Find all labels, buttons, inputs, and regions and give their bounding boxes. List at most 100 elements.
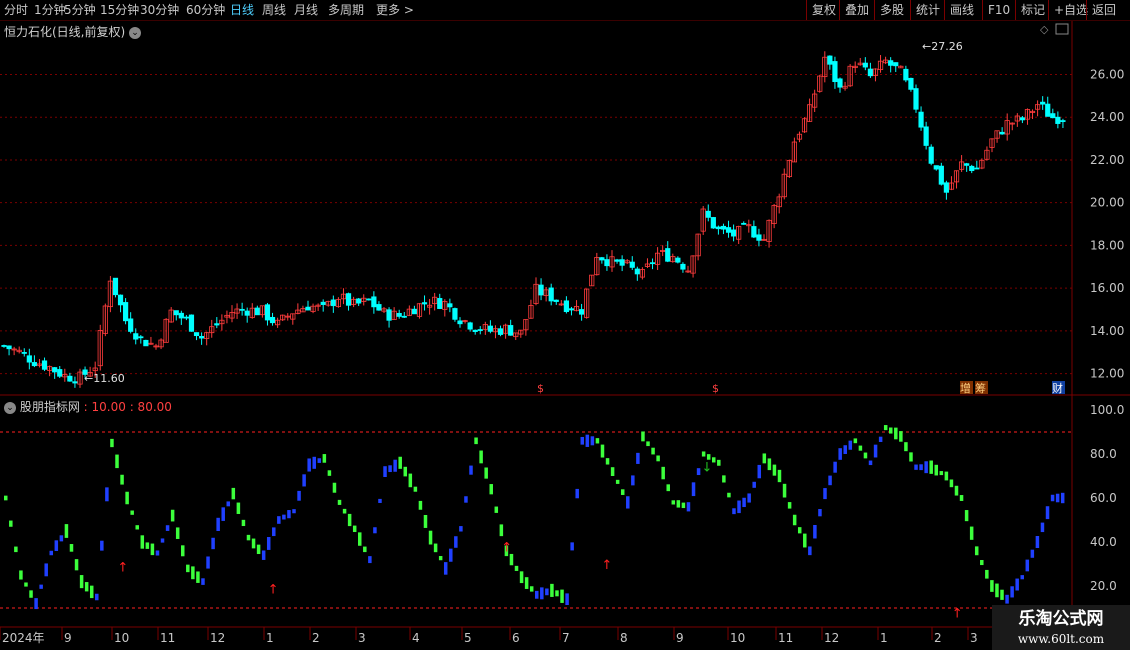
indicator-bar — [277, 516, 281, 524]
candle-body — [320, 301, 326, 305]
candle-body — [923, 126, 929, 146]
candle-body — [1019, 117, 1026, 121]
indicator-bar — [347, 513, 352, 527]
indicator-bar — [211, 537, 215, 550]
candle-body — [999, 131, 1005, 135]
indicator-bar — [428, 530, 433, 545]
candle-body — [239, 308, 245, 311]
candle-body — [143, 339, 149, 347]
indicator-bar — [1035, 536, 1040, 548]
indicator-bar — [105, 487, 109, 502]
time-tick-label: 7 — [562, 631, 570, 645]
indicator-bar — [868, 460, 873, 466]
time-tick-label: 10 — [114, 631, 129, 645]
candle-body — [629, 261, 635, 268]
indicator-bar — [378, 498, 382, 503]
indicator-bar — [130, 510, 134, 515]
candle-body — [421, 302, 428, 305]
candle-body — [508, 325, 514, 336]
indicator-bar — [1005, 594, 1009, 604]
indicator-bar — [631, 475, 635, 486]
time-tick-label: 12 — [210, 631, 225, 645]
indicator-bar — [929, 460, 933, 474]
candle-body — [254, 307, 260, 316]
indicator-bar — [727, 492, 731, 498]
indicator-bar — [838, 448, 842, 460]
indicator-bar — [990, 580, 994, 592]
indicator-bar — [79, 575, 84, 589]
indicator-bar — [717, 459, 721, 466]
indicator-bar — [878, 436, 883, 442]
indicator-bar — [216, 517, 220, 531]
candle-body — [138, 336, 144, 339]
indicator-bar — [363, 546, 367, 553]
indicator-bar — [241, 519, 246, 527]
candle-body — [964, 163, 970, 166]
price-tick-label: 24.00 — [1090, 110, 1124, 124]
candle-body — [31, 362, 38, 367]
indicator-bar — [686, 502, 691, 512]
candle-body — [487, 325, 494, 332]
candle-body — [913, 88, 919, 110]
time-tick-label: 6 — [512, 631, 520, 645]
candle-body — [862, 62, 868, 68]
time-tick-label: 2 — [312, 631, 320, 645]
indicator-bar — [853, 438, 858, 444]
indicator-bar — [671, 500, 676, 505]
indicator-bar — [580, 436, 585, 445]
candle-body — [903, 68, 909, 81]
indicator-bar — [89, 585, 94, 599]
indicator-bar — [904, 442, 908, 452]
indicator-bar — [570, 542, 574, 551]
candle-body — [477, 329, 483, 331]
indicator-bar — [443, 562, 448, 575]
indicator-bar — [934, 464, 939, 476]
indicator-bar — [954, 485, 959, 496]
indicator-bar — [388, 465, 392, 473]
candle-body — [112, 277, 119, 296]
indicator-bar — [529, 586, 534, 592]
indicator-bar — [833, 461, 837, 473]
indicator-bar — [803, 533, 807, 548]
diamond-icon[interactable]: ◇ — [1040, 23, 1049, 36]
indicator-bar — [701, 451, 706, 457]
indicator-bar — [489, 484, 493, 495]
candle-body — [330, 299, 336, 307]
indicator-bar — [383, 466, 387, 477]
candle-body — [133, 333, 139, 340]
indicator-bar — [540, 587, 544, 600]
indicator-bar — [889, 427, 893, 434]
time-tick-label: 4 — [412, 631, 420, 645]
candle-body — [538, 284, 544, 296]
indicator-tick-label: 100.0 — [1090, 403, 1124, 417]
candle-body — [756, 234, 762, 241]
indicator-bar — [54, 540, 59, 552]
indicator-bar — [742, 497, 746, 508]
indicator-bar — [797, 527, 802, 534]
candle-body — [6, 345, 12, 350]
indicator-bar — [1020, 575, 1024, 580]
candle-body — [1, 345, 7, 347]
candle-body — [447, 303, 453, 308]
candle-body — [751, 226, 757, 238]
indicator-bar — [464, 496, 468, 503]
candle-body — [457, 320, 463, 325]
indicator-bar — [272, 527, 276, 537]
indicator-bar — [449, 548, 453, 562]
indicator-bar — [605, 458, 610, 465]
candle-body — [548, 287, 554, 302]
indicator-tick-label: 40.0 — [1090, 535, 1117, 549]
panel-maximize-icon[interactable] — [1055, 23, 1069, 35]
candle-body — [705, 210, 711, 218]
indicator-bar — [74, 559, 79, 571]
event-marker-zeng: 增 — [960, 381, 971, 395]
indicator-bar — [19, 570, 23, 580]
indicator-bar — [706, 454, 711, 460]
indicator-bar — [995, 583, 999, 598]
candle-body — [837, 78, 843, 88]
indicator-tick-label: 80.0 — [1090, 447, 1117, 461]
chart-canvas[interactable]: 12.00 14.00 16.00 18.00 20.00 22.00 24.00 26.00… — [0, 0, 1130, 650]
event-marker-cai: 财 — [1052, 381, 1063, 395]
candle-body — [827, 55, 833, 65]
indicator-bar — [666, 484, 670, 492]
